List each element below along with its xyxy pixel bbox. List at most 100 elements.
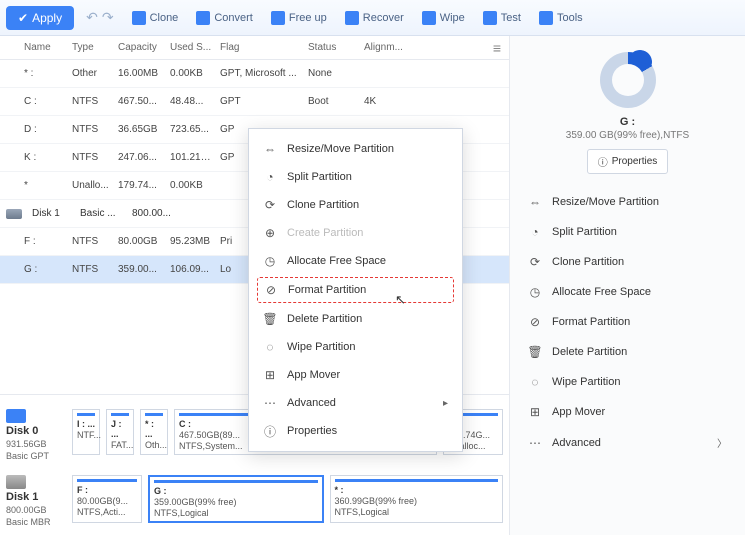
cell-used: 106.09... [166,264,216,275]
ctx-icon: ⊞ [263,368,277,382]
part-name: * : ... [145,419,163,439]
side-allocate-free-space[interactable]: ◷Allocate Free Space [524,278,731,306]
cell-cap: 80.00GB [114,236,166,247]
partition-box[interactable]: J : ...FAT... [106,409,134,455]
partition-box[interactable]: G :359.00GB(99% free)NTFS,Logical [148,475,324,523]
partition-box[interactable]: I : ...NTF... [72,409,100,455]
side-sub: 359.00 GB(99% free),NTFS [566,130,689,141]
th-align[interactable]: Alignm... [360,42,410,53]
action-label: Advanced [552,437,601,449]
redo-icon[interactable]: ↷ [102,9,114,26]
tool-label: Wipe [440,12,465,24]
th-name[interactable]: Name [20,42,68,53]
th-used[interactable]: Used S... [166,42,216,53]
action-icon: 🗑 [528,345,542,359]
tool-clone[interactable]: Clone [126,7,185,29]
side-advanced[interactable]: ⋯Advanced〉 [524,428,731,457]
th-capacity[interactable]: Capacity [114,42,166,53]
cell-type: NTFS [68,264,114,275]
table-row[interactable]: * :Other16.00MB0.00KBGPT, Microsoft ...N… [0,60,509,88]
cell-type: Other [68,68,114,79]
apply-button[interactable]: ✔ Apply [6,6,74,30]
menu-icon[interactable]: ≡ [493,40,501,56]
tool-tools[interactable]: Tools [533,7,589,29]
th-type[interactable]: Type [68,42,114,53]
cell-used: 723.65... [166,124,216,135]
ctx-delete-partition[interactable]: 🗑 Delete Partition [249,305,462,333]
side-app-mover[interactable]: ⊞ App Mover [524,398,731,426]
side-wipe-partition[interactable]: ◌Wipe Partition [524,368,731,396]
disk0-size: 931.56GB [6,439,64,449]
tool-convert[interactable]: Convert [190,7,259,29]
ctx-wipe-partition[interactable]: ◌Wipe Partition [249,333,462,361]
undo-icon[interactable]: ↶ [86,9,98,26]
ctx-icon: ⊘ [264,283,278,297]
ctx-create-partition: ⊕Create Partition [249,219,462,247]
action-label: Clone Partition [552,256,624,268]
ctx-allocate-free-space[interactable]: ◷Allocate Free Space [249,247,462,275]
ctx-properties[interactable]: ⓘProperties [249,417,462,445]
action-icon: ⇔ [528,195,542,209]
action-label: App Mover [552,406,605,418]
th-status[interactable]: Status [304,42,360,53]
ctx-resize-move-partition[interactable]: ⇔Resize/Move Partition [249,135,462,163]
action-icon: ⊞ [528,405,542,419]
part-name: I : ... [77,419,95,429]
part-sub2: NTFS,Logical [154,508,318,518]
action-label: Format Partition [552,316,630,328]
partition-box[interactable]: * : ...Oth... [140,409,168,455]
side-delete-partition[interactable]: 🗑Delete Partition [524,338,731,366]
ctx-format-partition[interactable]: ⊘ Format Partition [257,277,454,303]
tool-icon [483,11,497,25]
tool-label: Test [501,12,521,24]
ctx-clone-partition[interactable]: ⟳Clone Partition [249,191,462,219]
action-icon: ◔ [528,225,542,239]
ctx-label: Delete Partition [287,313,362,325]
part-sub: Oth... [145,440,163,450]
th-flag[interactable]: Flag [216,42,304,53]
side-title: G : [620,116,635,128]
cell-cap: 16.00MB [114,68,166,79]
part-sub: 359.00GB(99% free) [154,497,318,507]
undo-redo: ↶ ↷ [86,9,113,26]
cell-used: 0.00KB [166,180,216,191]
partition-box[interactable]: F :80.00GB(9...NTFS,Acti... [72,475,142,523]
part-sub2: NTFS,Logical [335,507,499,517]
cell-type: NTFS [68,96,114,107]
cell-used: 0.00KB [166,68,216,79]
cell-cap: 179.74... [114,180,166,191]
part-name: F : [77,485,137,495]
tool-icon [196,11,210,25]
check-icon: ✔ [18,11,28,25]
ctx-app-mover[interactable]: ⊞App Mover [249,361,462,389]
ctx-advanced[interactable]: ⋯Advanced▸ [249,389,462,417]
disk-icon [6,209,22,219]
disk0-card: Disk 0 931.56GB Basic GPT [6,409,64,461]
cell-type: NTFS [68,236,114,247]
tool-test[interactable]: Test [477,7,527,29]
side-split-partition[interactable]: ◔Split Partition [524,218,731,246]
tool-wipe[interactable]: Wipe [416,7,471,29]
action-icon: ◷ [528,285,542,299]
ctx-label: Format Partition [288,284,366,296]
side-resize-move-partition[interactable]: ⇔Resize/Move Partition [524,188,731,216]
tool-recover[interactable]: Recover [339,7,410,29]
part-name: G : [154,486,318,496]
pie-chart [600,52,656,108]
cell-name: F : [20,236,68,247]
side-clone-partition[interactable]: ⟳Clone Partition [524,248,731,276]
properties-button[interactable]: ⓘ Properties [587,149,669,174]
ctx-icon: 🗑 [263,312,277,326]
partition-box[interactable]: * :360.99GB(99% free)NTFS,Logical [330,475,504,523]
tool-free up[interactable]: Free up [265,7,333,29]
ctx-icon: ⊕ [263,226,277,240]
ctx-split-partition[interactable]: ◔Split Partition [249,163,462,191]
side-format-partition[interactable]: ⊘Format Partition [524,308,731,336]
chevron-right-icon: ▸ [443,398,448,409]
table-row[interactable]: C :NTFS467.50...48.48...GPTBoot4K [0,88,509,116]
tool-icon [539,11,553,25]
cell-cap: 467.50... [114,96,166,107]
right-panel: G : 359.00 GB(99% free),NTFS ⓘ Propertie… [510,36,745,535]
cell-name: * : [20,68,68,79]
ctx-icon: ◌ [263,340,277,354]
